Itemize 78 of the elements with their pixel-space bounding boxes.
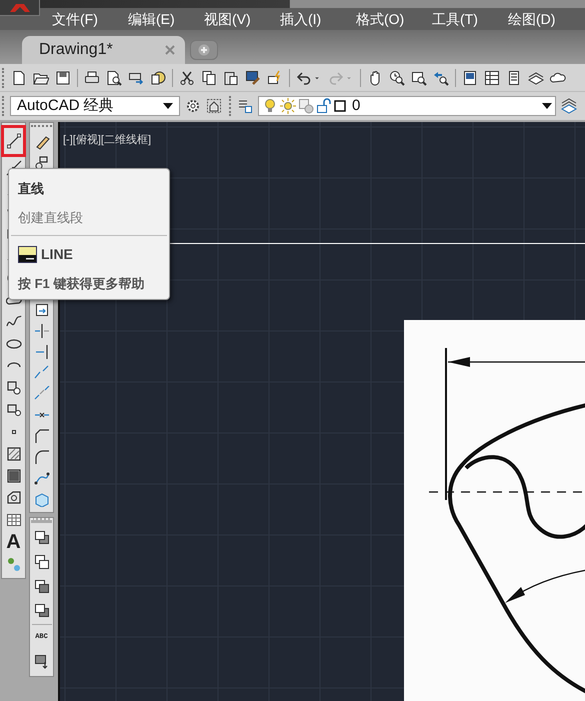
tooltip-description: 创建直线段 [17, 208, 84, 226]
new-page-icon[interactable] [11, 70, 27, 86]
scissors-icon[interactable] [179, 70, 195, 86]
toolbar-grip[interactable] [229, 96, 232, 116]
clock-magnifier-icon[interactable] [389, 70, 405, 86]
menu-item[interactable]: 工具(T) [432, 12, 508, 26]
logo-icon [8, 2, 32, 12]
eraser-icon[interactable] [34, 134, 50, 150]
layer-stack-icon[interactable] [561, 98, 577, 114]
menu-item[interactable]: 格式(O) [356, 12, 432, 26]
new-tab-button[interactable] [190, 40, 218, 60]
plus-icon [198, 44, 210, 56]
menu-item[interactable]: 绘图(D) [508, 12, 584, 26]
globe-page-icon[interactable] [150, 70, 166, 86]
gear-icon[interactable] [185, 98, 201, 114]
grid-panel-icon[interactable] [484, 70, 500, 86]
toolbar-grip[interactable] [2, 68, 5, 88]
house-frame-icon[interactable] [206, 98, 222, 114]
text-tool-button[interactable]: A [2, 531, 24, 553]
break-at-point-icon[interactable] [34, 364, 50, 380]
app-menu-button[interactable] [0, 0, 40, 16]
menu-item[interactable]: 视图(V) [204, 12, 280, 26]
menu-item[interactable]: 文件(F) [52, 12, 128, 26]
line-icon [6, 133, 22, 149]
window-magnifier-icon[interactable] [411, 70, 427, 86]
sun-icon [280, 98, 296, 114]
command-name: LINE [41, 245, 73, 264]
break-icon[interactable] [34, 386, 50, 402]
copy-object-icon[interactable] [34, 154, 50, 170]
explode-icon[interactable] [34, 490, 50, 506]
menu-item[interactable]: 编辑(E) [128, 12, 204, 26]
viewport-label[interactable]: [-][俯视][二维线框] [63, 132, 151, 148]
document-tab[interactable]: Drawing1* [22, 36, 185, 64]
toolbar-grip[interactable] [2, 96, 5, 116]
tooltip-title: 直线 [17, 180, 45, 198]
lightning-block-icon[interactable] [267, 70, 283, 86]
command-window-icon [18, 246, 37, 263]
color-swatch-icon [334, 100, 346, 112]
gradient-icon[interactable] [6, 468, 22, 484]
light-bulb-icon [262, 98, 278, 114]
stretch-icon[interactable] [34, 302, 50, 318]
send-to-back-icon[interactable] [34, 554, 50, 570]
viewport-freeze-icon [298, 98, 314, 114]
fillet-icon[interactable] [34, 448, 50, 464]
bring-to-front-icon[interactable] [34, 530, 50, 546]
printer-icon[interactable] [84, 70, 100, 86]
panel-icon[interactable] [462, 70, 478, 86]
menu-item[interactable]: 插入(I) [280, 12, 356, 26]
page-magnifier-icon[interactable] [106, 70, 122, 86]
layer-list-icon[interactable] [237, 98, 253, 114]
send-under-icon[interactable] [34, 602, 50, 618]
trim-icon[interactable] [34, 322, 50, 338]
arrow-magnifier-icon[interactable] [433, 70, 449, 86]
caret-icon [542, 102, 552, 110]
make-block-icon[interactable] [6, 402, 22, 418]
hatch-to-back-icon[interactable] [34, 653, 50, 669]
table-icon[interactable] [6, 512, 22, 528]
blend-curves-icon[interactable] [34, 470, 50, 486]
layer-dropdown[interactable]: 0 [258, 96, 556, 116]
line-tool-button[interactable] [1, 125, 26, 157]
undo-icon[interactable] [296, 70, 312, 86]
extend-icon[interactable] [34, 344, 50, 360]
toolbar-grip[interactable] [31, 125, 52, 129]
clipboard-icon[interactable] [223, 70, 239, 86]
caret-icon [163, 102, 173, 110]
chamfer-icon[interactable] [34, 428, 50, 444]
bring-above-icon[interactable] [34, 578, 50, 594]
insert-block-icon[interactable] [6, 380, 22, 396]
workspace-dropdown[interactable]: AutoCAD 经典 [10, 96, 180, 116]
stacked-sheets-icon[interactable] [528, 70, 544, 86]
hatch-icon[interactable] [6, 446, 22, 462]
add-selected-icon[interactable] [6, 556, 22, 572]
region-icon[interactable] [6, 490, 22, 506]
tall-panel-icon[interactable] [506, 70, 522, 86]
unlocked-padlock-icon [316, 98, 332, 114]
copy-icon[interactable] [201, 70, 217, 86]
brush-panel-icon[interactable] [245, 70, 261, 86]
help-hint: 按 F1 键获得更多帮助 [16, 275, 146, 293]
